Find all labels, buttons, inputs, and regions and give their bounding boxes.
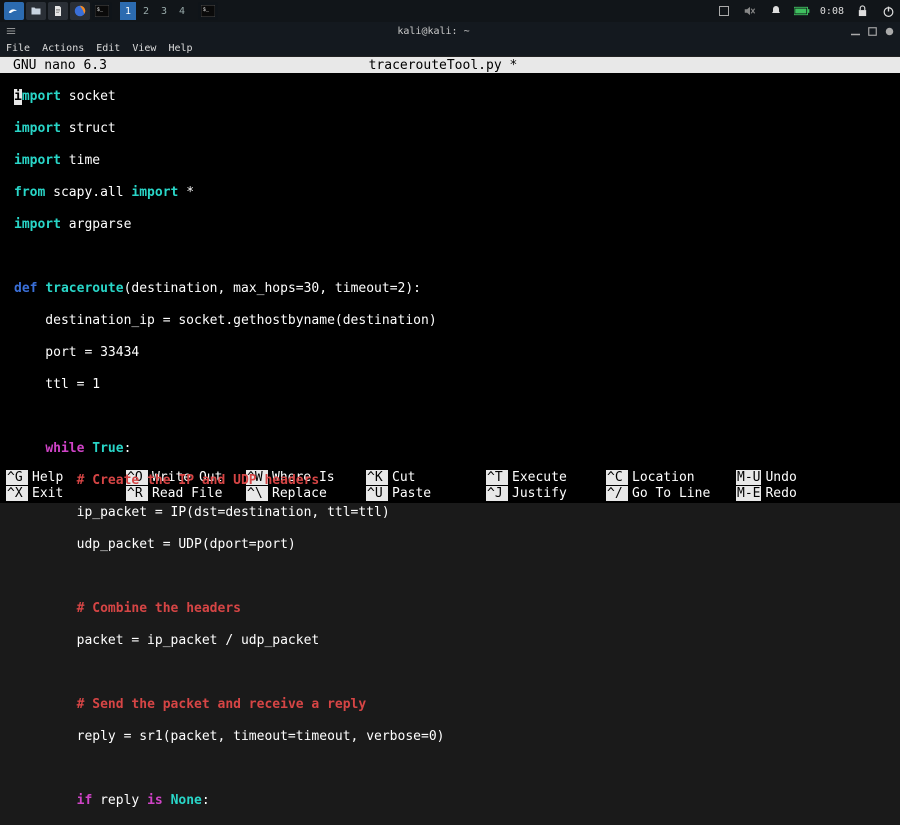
editor-area[interactable]: import socket import struct import time …: [0, 73, 900, 469]
volume-muted-icon[interactable]: [742, 3, 758, 19]
cursor: i: [14, 89, 22, 105]
power-icon[interactable]: [880, 3, 896, 19]
menu-actions[interactable]: Actions: [42, 43, 84, 54]
document-icon: [52, 5, 64, 17]
nano-header: GNU nano 6.3 tracerouteTool.py *: [0, 57, 900, 73]
workspace-1[interactable]: 1: [120, 2, 136, 20]
nano-filename: tracerouteTool.py *: [107, 58, 779, 73]
notifications-icon[interactable]: [768, 3, 784, 19]
menu-file[interactable]: File: [6, 43, 30, 54]
terminal-icon: $_: [201, 5, 215, 17]
terminal-menubar: File Actions Edit View Help: [0, 40, 900, 57]
svg-text:$_: $_: [203, 7, 210, 13]
menu-help[interactable]: Help: [168, 43, 192, 54]
panel-left: $_ 1 2 3 4 $_: [4, 2, 218, 20]
terminal-button[interactable]: $_: [92, 2, 112, 20]
close-button[interactable]: [885, 27, 894, 36]
workspace-3[interactable]: 3: [156, 2, 172, 20]
svg-text:$_: $_: [97, 7, 104, 13]
file-manager-button[interactable]: [26, 2, 46, 20]
folder-icon: [30, 5, 42, 17]
window-titlebar[interactable]: kali@kali: ~: [0, 22, 900, 40]
os-panel: $_ 1 2 3 4 $_ 0:08: [0, 0, 900, 22]
window-title: kali@kali: ~: [16, 26, 851, 37]
battery-icon[interactable]: [794, 3, 810, 19]
nano-version: GNU nano 6.3: [1, 58, 107, 73]
terminal-icon: $_: [95, 5, 109, 17]
app-menu-button[interactable]: [4, 2, 24, 20]
menu-edit[interactable]: Edit: [96, 43, 120, 54]
window-controls: [851, 27, 894, 36]
workspace-2[interactable]: 2: [138, 2, 154, 20]
text-editor-button[interactable]: [48, 2, 68, 20]
workspace-4[interactable]: 4: [174, 2, 190, 20]
firefox-icon: [73, 4, 87, 18]
kali-icon: [7, 4, 21, 18]
show-desktop-button[interactable]: [716, 3, 732, 19]
window-menu-icon[interactable]: [6, 26, 16, 36]
browser-button[interactable]: [70, 2, 90, 20]
clock[interactable]: 0:08: [820, 6, 844, 17]
menu-view[interactable]: View: [132, 43, 156, 54]
maximize-button[interactable]: [868, 27, 877, 36]
running-terminal-task[interactable]: $_: [198, 2, 218, 20]
minimize-button[interactable]: [851, 27, 860, 36]
lock-icon[interactable]: [854, 3, 870, 19]
panel-right: 0:08: [716, 3, 896, 19]
